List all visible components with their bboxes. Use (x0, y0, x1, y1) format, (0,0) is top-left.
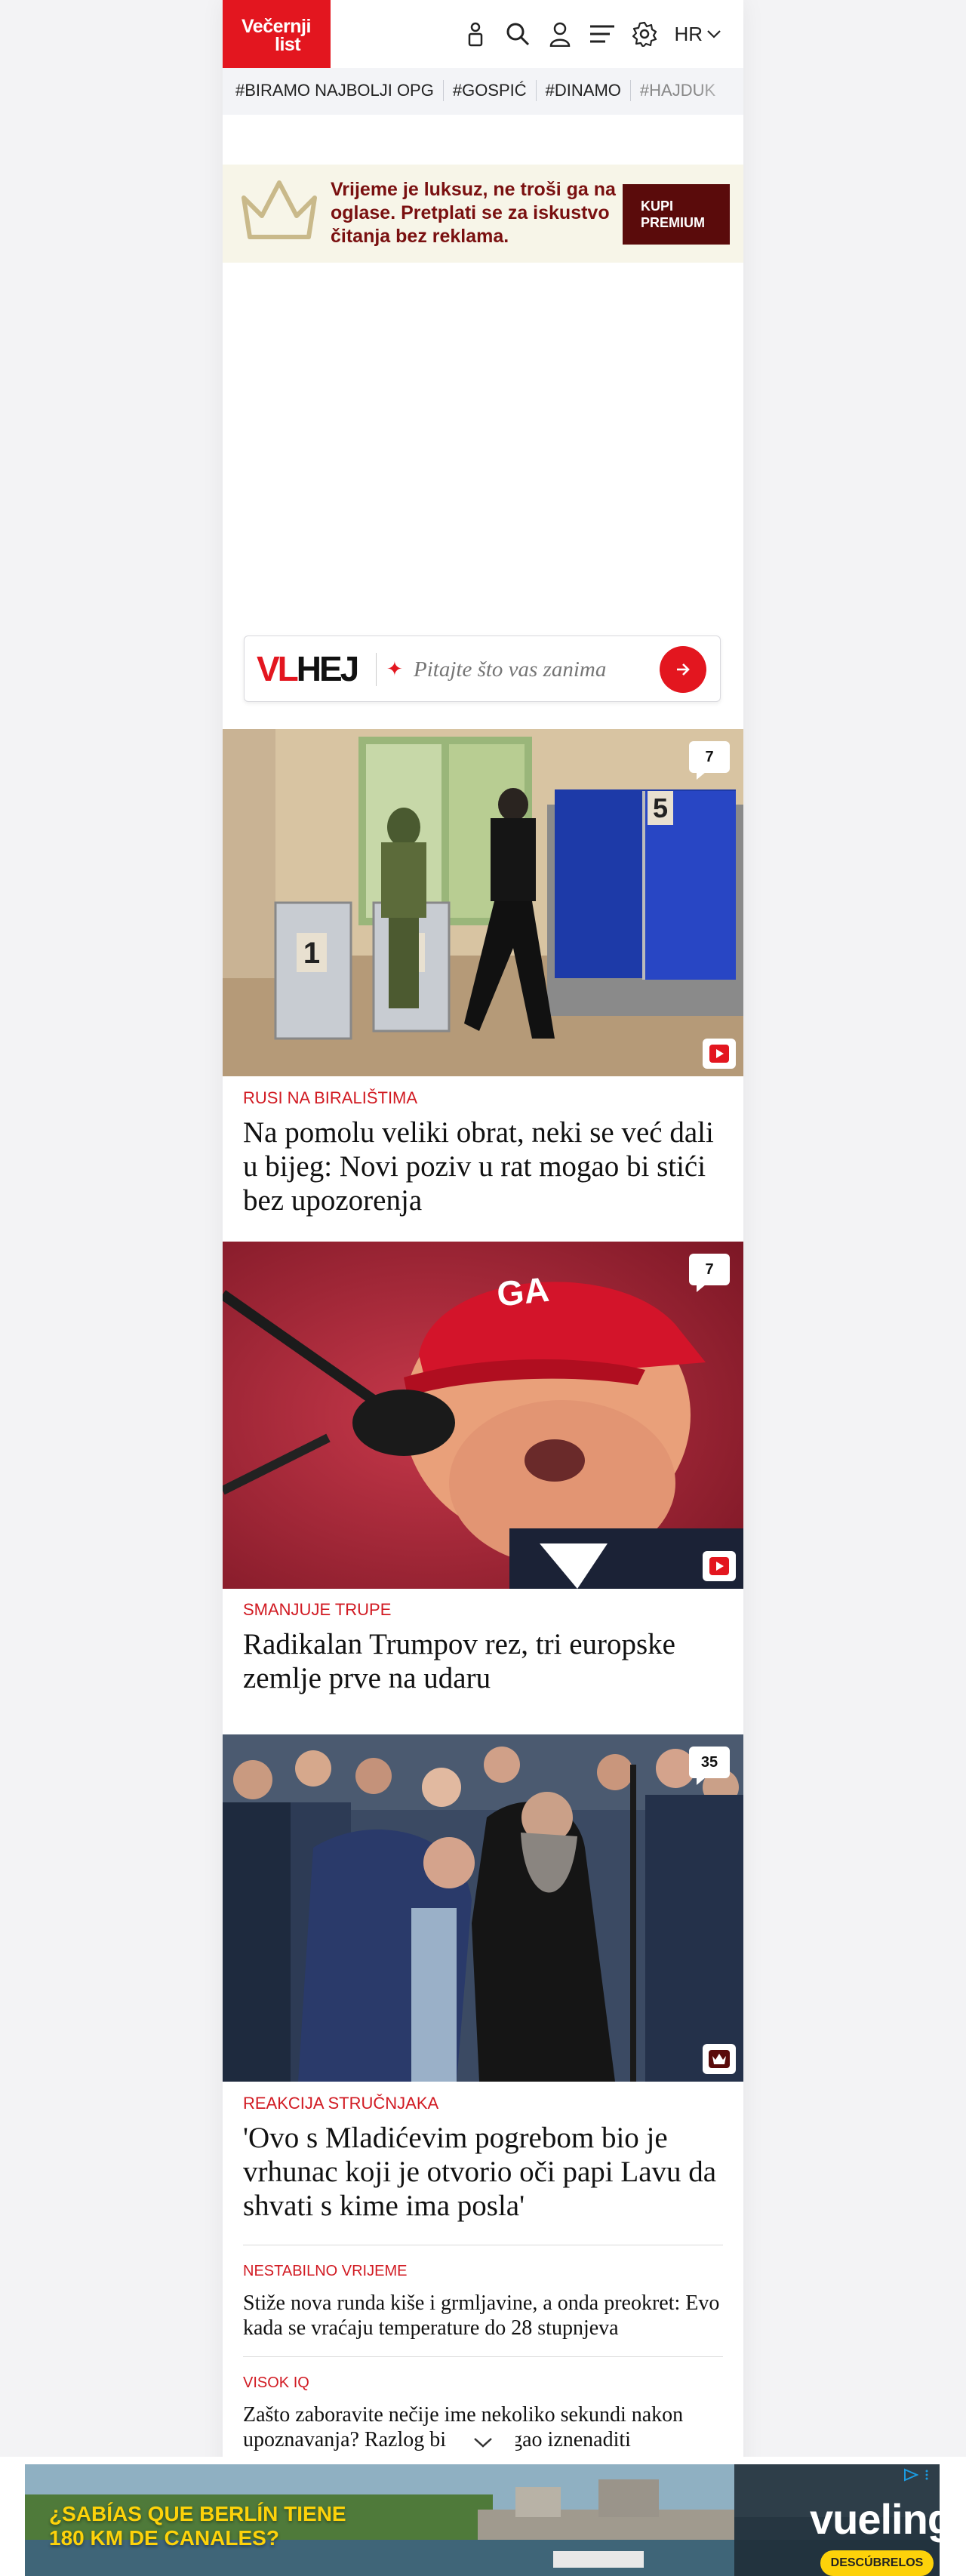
sticky-ad-bar: ¿SABÍAS QUE BERLÍN TIENE 180 KM DE CANAL… (0, 2457, 966, 2576)
crown-icon (242, 180, 317, 239)
play-icon[interactable] (703, 1039, 736, 1069)
buy-premium-line-2: PREMIUM (641, 215, 705, 230)
comment-count: 7 (705, 748, 714, 765)
crowd-photo (223, 1734, 743, 2082)
menu-icon[interactable] (589, 19, 615, 49)
logo-line-1: Večernji (242, 16, 311, 37)
ad-brand: vueling (810, 2495, 940, 2543)
chevron-down-icon (707, 30, 721, 38)
comment-count-badge[interactable]: 7 (689, 741, 730, 780)
arrow-right-icon (677, 663, 690, 676)
list-article-title: Stiže nova runda kiše i grmljavine, a on… (243, 2291, 720, 2340)
adchoices-icon[interactable] (903, 2467, 934, 2482)
tags-fade (698, 68, 743, 115)
page-column: Večernji list HR #BIRAMO NAJBOLJI OPG #G… (223, 0, 743, 2576)
ask-input[interactable] (414, 653, 663, 686)
buy-premium-line-1: KUPI (641, 199, 674, 214)
article-image[interactable]: GA 7 (223, 1242, 743, 1589)
site-header: Večernji list HR (223, 0, 743, 68)
ad-banner[interactable]: ¿SABÍAS QUE BERLÍN TIENE 180 KM DE CANAL… (25, 2464, 940, 2576)
vlhej-logo-red: VL (257, 649, 299, 688)
user-pin-icon[interactable] (463, 19, 488, 49)
tag-link[interactable]: #BIRAMO NAJBOLJI OPG (235, 80, 444, 101)
ask-divider (376, 653, 377, 686)
play-icon[interactable] (703, 1551, 736, 1581)
article-title[interactable]: Radikalan Trumpov rez, tri europske zeml… (243, 1627, 726, 1695)
article-title[interactable]: 'Ovo s Mladićevim pogrebom bio je vrhuna… (243, 2121, 726, 2223)
ai-ask-box: VLHEJ ✦ (244, 636, 721, 702)
article-kicker[interactable]: REAKCIJA STRUČNJAKA (243, 2094, 438, 2113)
gear-icon[interactable] (632, 19, 657, 49)
header-actions: HR (463, 19, 721, 49)
article-kicker[interactable]: SMANJUJE TRUPE (243, 1600, 391, 1620)
list-article[interactable]: NESTABILNO VRIJEME Stiže nova runda kiše… (243, 2263, 723, 2341)
premium-message: Vrijeme je luksuz, ne troši ga na oglase… (331, 179, 616, 247)
close-icon[interactable] (921, 2468, 932, 2482)
list-article-kicker: NESTABILNO VRIJEME (243, 2263, 408, 2279)
tag-link[interactable]: #GOSPIĆ (453, 80, 537, 101)
logo-line-2: list (275, 34, 301, 55)
comment-count: 35 (700, 1753, 718, 1771)
vlhej-logo-black: HEJ (296, 649, 360, 688)
site-logo[interactable]: Večernji list (223, 0, 331, 68)
ask-submit-button[interactable] (660, 646, 706, 693)
list-article-kicker: VISOK IQ (243, 2374, 309, 2391)
ad-headline-line-2: 180 KM DE CANALES? (49, 2526, 279, 2550)
trump-photo: GA (223, 1242, 743, 1589)
premium-banner: Vrijeme je luksuz, ne troši ga na oglase… (223, 165, 743, 263)
ad-headline-line-1: ¿SABÍAS QUE BERLÍN TIENE (49, 2502, 346, 2525)
comment-count-badge[interactable]: 7 (689, 1254, 730, 1292)
person-icon[interactable] (547, 19, 573, 49)
booth-number: 5 (653, 792, 668, 823)
premium-crown-icon (703, 2044, 736, 2074)
article-image[interactable]: 5 1 2 7 (223, 729, 743, 1076)
vlhej-logo: VLHEJ (257, 648, 360, 689)
ballot-box-number: 1 (303, 937, 320, 970)
polling-station-photo: 5 1 2 (223, 729, 743, 1076)
tag-link[interactable]: #DINAMO (546, 80, 631, 101)
chevron-down-icon (474, 2438, 492, 2448)
comment-count-badge[interactable]: 35 (689, 1747, 730, 1785)
ad-headline: ¿SABÍAS QUE BERLÍN TIENE 180 KM DE CANAL… (49, 2502, 346, 2550)
comment-count: 7 (705, 1260, 714, 1278)
cap-text: GA (495, 1270, 551, 1314)
language-label: HR (674, 22, 703, 45)
article-image[interactable]: 35 (223, 1734, 743, 2082)
ad-cta-button[interactable]: DESCÚBRELOS (820, 2550, 934, 2576)
article-kicker[interactable]: RUSI NA BIRALIŠTIMA (243, 1088, 417, 1108)
buy-premium-button[interactable]: KUPI PREMIUM (623, 184, 730, 245)
collapse-ad-button[interactable] (451, 2426, 515, 2459)
sparkle-icon: ✦ (386, 657, 403, 680)
trending-tags-bar: #BIRAMO NAJBOLJI OPG #GOSPIĆ #DINAMO #HA… (223, 68, 743, 115)
article-title[interactable]: Na pomolu veliki obrat, neki se već dali… (243, 1116, 726, 1217)
search-icon[interactable] (505, 19, 531, 49)
language-selector[interactable]: HR (674, 23, 721, 46)
article-divider (243, 2356, 723, 2357)
